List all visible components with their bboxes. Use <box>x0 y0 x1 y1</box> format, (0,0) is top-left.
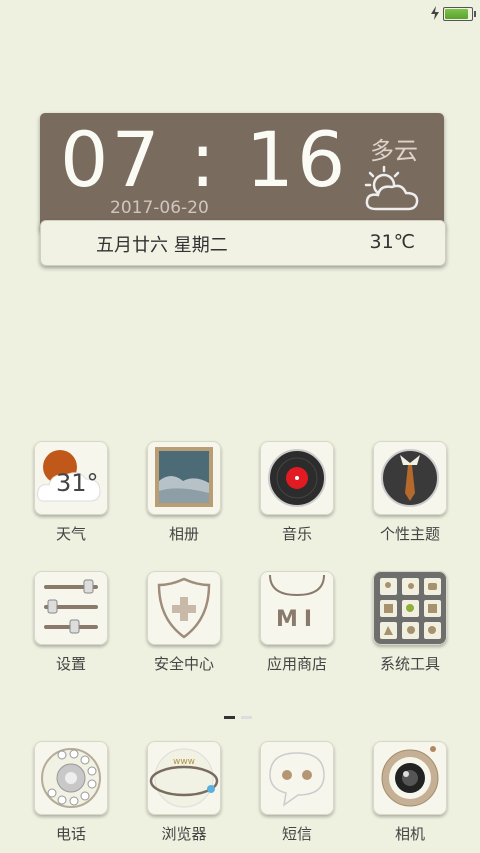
tools-icon <box>380 578 441 639</box>
app-label: 相机 <box>394 825 425 843</box>
tools-folder[interactable] <box>373 571 447 645</box>
app-label: 设置 <box>55 655 86 673</box>
app-label: 音乐 <box>281 525 312 543</box>
phone-icon <box>41 748 101 808</box>
app-store-logo-text: MI <box>275 607 319 632</box>
phone-app[interactable] <box>34 741 108 815</box>
clock-date: 2017-06-20 <box>110 198 209 218</box>
page-dot-1[interactable] <box>224 716 235 719</box>
partly-cloudy-icon <box>364 165 419 211</box>
status-bar <box>0 0 480 26</box>
security-icon <box>157 577 211 639</box>
app-label: 短信 <box>281 825 312 843</box>
themes-icon <box>381 449 439 507</box>
gallery-icon <box>155 447 213 507</box>
music-app[interactable] <box>260 441 334 515</box>
app-label: 浏览器 <box>161 825 207 843</box>
camera-icon <box>381 746 439 807</box>
lunar-date: 五月廿六 星期二 <box>96 235 228 256</box>
messages-app[interactable] <box>260 741 334 815</box>
temperature: 31℃ <box>369 231 415 253</box>
app-label: 天气 <box>55 525 86 543</box>
browser-app[interactable]: www <box>147 741 221 815</box>
security-app[interactable] <box>147 571 221 645</box>
app-label: 相册 <box>168 525 199 543</box>
app-store-app[interactable]: MI <box>260 571 334 645</box>
settings-icon <box>44 579 98 634</box>
app-label: 系统工具 <box>379 655 440 673</box>
page-dot-2[interactable] <box>241 716 252 719</box>
messages-icon <box>269 752 325 807</box>
app-label: 应用商店 <box>266 655 327 673</box>
browser-icon <box>149 748 219 808</box>
page-indicator[interactable] <box>224 704 258 723</box>
browser-www-text: www <box>172 757 196 767</box>
app-label: 个性主题 <box>379 525 440 543</box>
app-label: 安全中心 <box>153 655 214 673</box>
charging-icon <box>431 6 439 20</box>
settings-app[interactable] <box>34 571 108 645</box>
music-icon <box>268 449 326 507</box>
clock-time[interactable]: 07 : 16 <box>60 115 348 205</box>
themes-app[interactable] <box>373 441 447 515</box>
weather-condition: 多云 <box>370 137 418 165</box>
gallery-app[interactable] <box>147 441 221 515</box>
weather-app-temp: 31° <box>56 469 99 497</box>
clock-weather-widget[interactable]: 07 : 16 2017-06-20 多云 五月廿六 星期二 31℃ <box>40 113 446 266</box>
camera-app[interactable] <box>373 741 447 815</box>
battery-icon <box>443 7 476 21</box>
app-label: 电话 <box>55 825 86 843</box>
weather-app[interactable]: 31° <box>34 441 108 515</box>
